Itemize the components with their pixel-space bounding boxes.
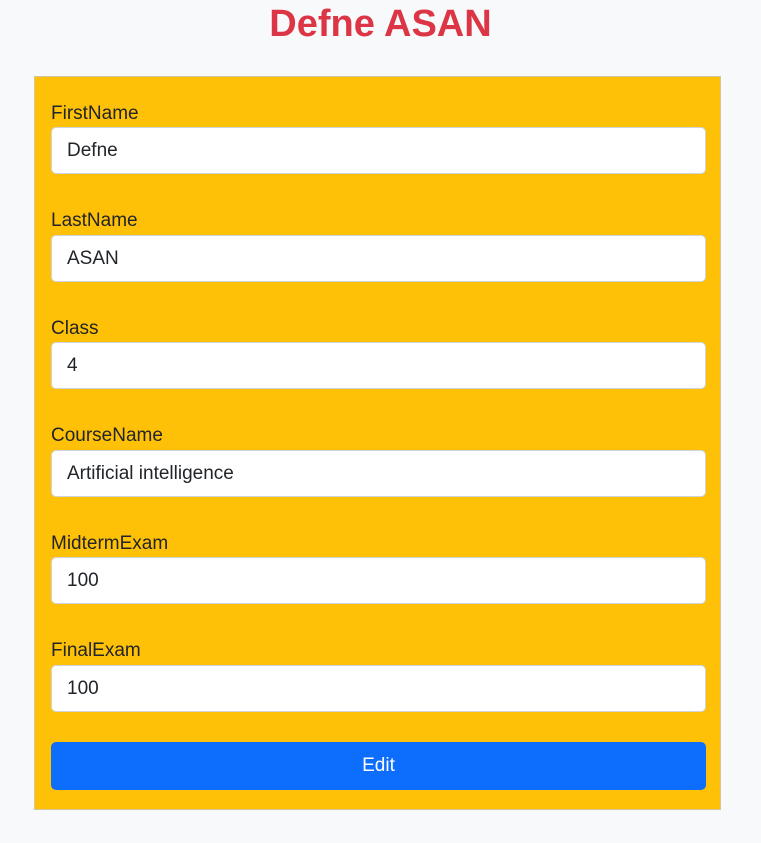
- lastname-input[interactable]: [51, 235, 706, 282]
- class-label: Class: [51, 318, 99, 339]
- finalexam-input[interactable]: [51, 665, 706, 712]
- student-edit-form: FirstName LastName Class CourseName Midt…: [34, 76, 721, 810]
- firstname-label: FirstName: [51, 103, 139, 124]
- lastname-label: LastName: [51, 210, 138, 231]
- page-title: Defne ASAN: [269, 3, 492, 45]
- midtermexam-input[interactable]: [51, 557, 706, 604]
- firstname-input[interactable]: [51, 127, 706, 174]
- finalexam-label: FinalExam: [51, 640, 141, 661]
- coursename-label: CourseName: [51, 425, 163, 446]
- class-input[interactable]: [51, 342, 706, 389]
- midtermexam-label: MidtermExam: [51, 533, 169, 554]
- edit-button[interactable]: Edit: [51, 742, 706, 790]
- coursename-input[interactable]: [51, 450, 706, 497]
